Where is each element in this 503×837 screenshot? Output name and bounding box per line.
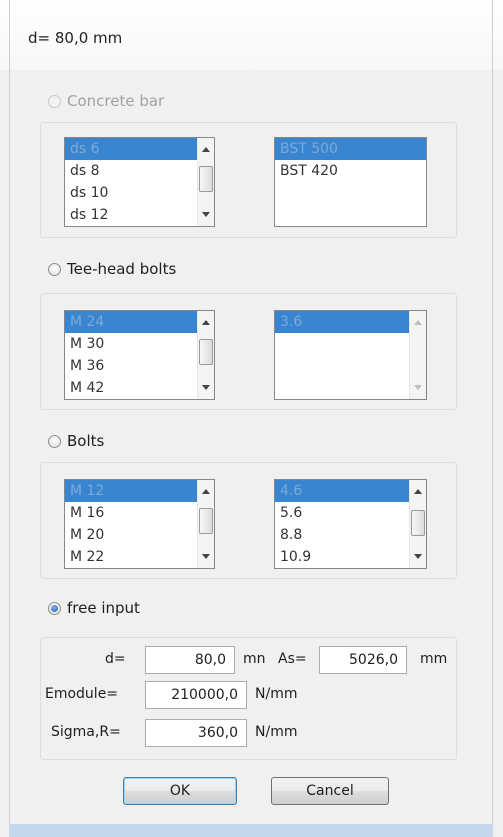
list-item[interactable]: BST 500 — [275, 138, 426, 160]
free-input-label: free input — [67, 599, 140, 617]
concrete-bar-group: ds 6 ds 8 ds 10 ds 12 BST 500 BST 420 — [40, 122, 457, 238]
list-item[interactable]: M 22 — [65, 546, 214, 568]
concrete-bar-option[interactable]: Concrete bar — [48, 90, 164, 112]
d-unit: mn — [243, 651, 266, 667]
sigma-unit: N/mm — [255, 724, 298, 740]
scroll-thumb[interactable] — [199, 166, 213, 192]
list-item[interactable]: 10.9 — [275, 546, 426, 568]
list-item[interactable]: M 36 — [65, 355, 214, 377]
concrete-size-list[interactable]: ds 6 ds 8 ds 10 ds 12 — [64, 137, 215, 227]
window-title: d= 80,0 mm — [28, 29, 123, 47]
scroll-down-icon[interactable] — [202, 212, 210, 217]
scroll-thumb[interactable] — [199, 508, 213, 534]
emodule-unit: N/mm — [255, 686, 298, 702]
concrete-bar-radio[interactable] — [48, 94, 61, 108]
scroll-down-icon[interactable] — [202, 554, 210, 559]
d-field[interactable]: 80,0 — [145, 646, 235, 674]
scroll-up-icon[interactable] — [414, 489, 422, 494]
scroll-down-icon[interactable] — [202, 385, 210, 390]
scroll-thumb[interactable] — [199, 339, 213, 365]
scroll-up-icon[interactable] — [414, 320, 422, 325]
list-item[interactable]: M 24 — [65, 311, 214, 333]
bolts-option[interactable]: Bolts — [48, 430, 104, 452]
scroll-down-icon[interactable] — [414, 554, 422, 559]
scroll-thumb[interactable] — [411, 510, 425, 536]
d-label: d= — [105, 651, 126, 667]
tee-size-list[interactable]: M 24 M 30 M 36 M 42 — [64, 310, 215, 400]
free-input-option[interactable]: free input — [48, 597, 140, 619]
list-item[interactable]: BST 420 — [275, 160, 426, 182]
bolts-group: M 12 M 16 M 20 M 22 4.6 5.6 8.8 10.9 — [40, 462, 457, 579]
tee-head-bolts-option[interactable]: Tee-head bolts — [48, 258, 176, 280]
tee-head-bolts-group: M 24 M 30 M 36 M 42 3.6 — [40, 293, 457, 410]
list-item[interactable]: M 30 — [65, 333, 214, 355]
bolts-label: Bolts — [67, 432, 105, 450]
scroll-up-icon[interactable] — [202, 320, 210, 325]
bolts-grade-scrollbar[interactable] — [409, 480, 426, 568]
as-unit: mm — [420, 651, 448, 667]
list-item[interactable]: 4.6 — [275, 480, 426, 502]
cancel-button[interactable]: Cancel — [271, 777, 389, 805]
sigma-field[interactable]: 360,0 — [145, 719, 247, 747]
list-item[interactable]: 3.6 — [275, 311, 426, 333]
tee-head-bolts-label: Tee-head bolts — [67, 260, 177, 278]
tee-head-bolts-radio[interactable] — [48, 262, 61, 276]
dialog-window: d= 80,0 mm Concrete bar ds 6 ds 8 ds 10 … — [0, 0, 503, 837]
window-bottom-edge — [9, 824, 493, 837]
list-item[interactable]: ds 10 — [65, 182, 214, 204]
list-item[interactable]: M 42 — [65, 377, 214, 399]
free-input-radio[interactable] — [48, 601, 61, 615]
scroll-up-icon[interactable] — [202, 147, 210, 152]
list-item[interactable]: ds 6 — [65, 138, 214, 160]
bolts-grade-list[interactable]: 4.6 5.6 8.8 10.9 — [274, 479, 427, 569]
bolts-size-scrollbar[interactable] — [197, 480, 214, 568]
scroll-down-icon[interactable] — [414, 385, 422, 390]
list-item[interactable]: ds 12 — [65, 204, 214, 226]
scroll-up-icon[interactable] — [202, 489, 210, 494]
tee-grade-scrollbar[interactable] — [409, 311, 426, 399]
list-item[interactable]: M 12 — [65, 480, 214, 502]
list-item[interactable]: M 16 — [65, 502, 214, 524]
window-border-right — [492, 0, 493, 837]
list-item[interactable]: 5.6 — [275, 502, 426, 524]
concrete-grade-list[interactable]: BST 500 BST 420 — [274, 137, 427, 227]
sigma-label: Sigma,R= — [51, 724, 121, 740]
as-field[interactable]: 5026,0 — [319, 646, 407, 674]
bolts-radio[interactable] — [48, 434, 61, 448]
emodule-field[interactable]: 210000,0 — [145, 681, 247, 709]
list-item[interactable]: M 20 — [65, 524, 214, 546]
list-item[interactable]: 8.8 — [275, 524, 426, 546]
concrete-bar-label: Concrete bar — [67, 92, 165, 110]
bolts-size-list[interactable]: M 12 M 16 M 20 M 22 — [64, 479, 215, 569]
window-border-left — [9, 0, 10, 837]
as-label: As= — [278, 651, 307, 667]
tee-grade-list[interactable]: 3.6 — [274, 310, 427, 400]
ok-button[interactable]: OK — [123, 777, 237, 805]
title-bar: d= 80,0 mm — [0, 0, 503, 70]
tee-size-scrollbar[interactable] — [197, 311, 214, 399]
concrete-size-scrollbar[interactable] — [197, 138, 214, 226]
list-item[interactable]: ds 8 — [65, 160, 214, 182]
emodule-label: Emodule= — [45, 686, 119, 702]
